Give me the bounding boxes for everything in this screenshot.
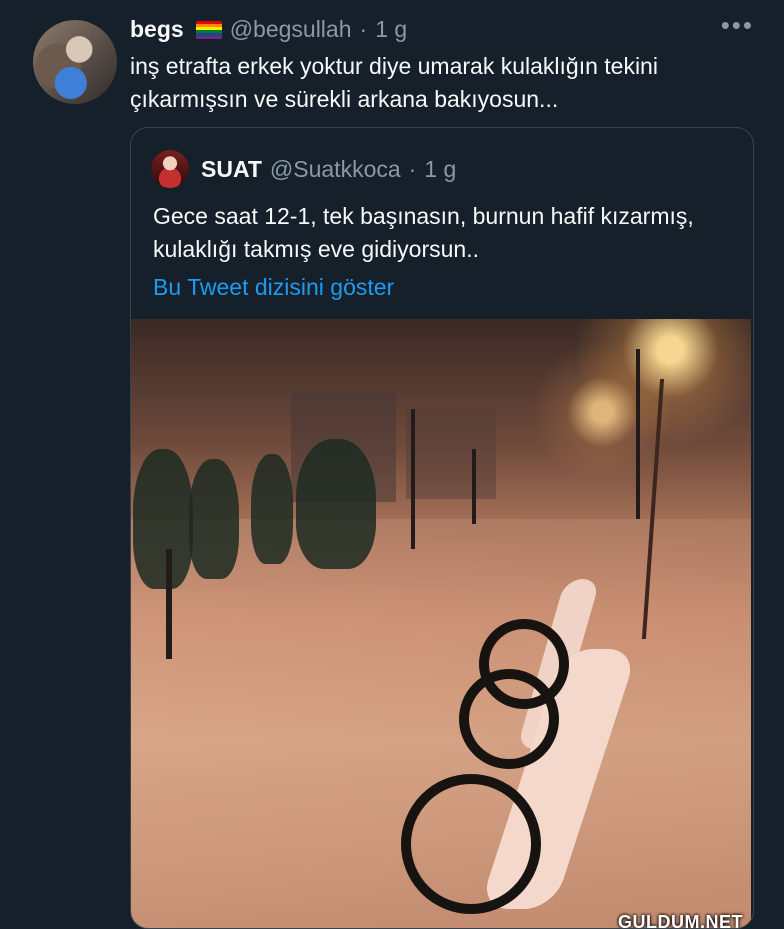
lamp-post xyxy=(472,449,476,524)
quoted-avatar[interactable] xyxy=(151,150,189,188)
snowy-tree xyxy=(133,449,193,589)
quoted-handle[interactable]: @Suatkkoca xyxy=(270,156,401,183)
rainbow-flag-icon xyxy=(195,20,222,39)
bench-frame xyxy=(401,774,541,914)
more-icon[interactable]: ••• xyxy=(721,10,754,41)
snowy-tree xyxy=(296,439,376,569)
avatar[interactable] xyxy=(33,20,117,104)
user-handle[interactable]: @begsullah xyxy=(230,16,352,43)
timestamp[interactable]: 1 g xyxy=(375,16,407,43)
quoted-display-name[interactable]: SUAT xyxy=(201,156,262,183)
quoted-header: SUAT @Suatkkoca · 1 g xyxy=(151,150,456,188)
tweet-header: begs @begsullah · 1 g ••• xyxy=(130,10,754,43)
quoted-tweet[interactable]: SUAT @Suatkkoca · 1 g Gece saat 12-1, te… xyxy=(130,127,754,929)
bench-frame xyxy=(459,669,559,769)
quoted-text: Gece saat 12-1, tek başınasın, burnun ha… xyxy=(153,203,694,262)
background-building xyxy=(406,409,496,499)
quoted-timestamp[interactable]: 1 g xyxy=(424,156,456,183)
separator-dot: · xyxy=(359,16,368,42)
lamp-post xyxy=(411,409,415,549)
display-name[interactable]: begs xyxy=(130,16,184,43)
watermark: GULDUM.NET xyxy=(618,912,743,929)
tweet-photo[interactable]: GULDUM.NET xyxy=(131,319,751,929)
tree-trunk xyxy=(166,549,172,659)
tweet-text: inş etrafta erkek yoktur diye umarak kul… xyxy=(130,53,658,112)
show-thread-link[interactable]: Bu Tweet dizisini göster xyxy=(153,274,394,301)
snowy-tree xyxy=(189,459,239,579)
snowy-tree xyxy=(251,454,293,564)
snow-covered-benches xyxy=(381,559,661,928)
lamp-post xyxy=(636,349,640,519)
quoted-separator-dot: · xyxy=(408,155,417,182)
